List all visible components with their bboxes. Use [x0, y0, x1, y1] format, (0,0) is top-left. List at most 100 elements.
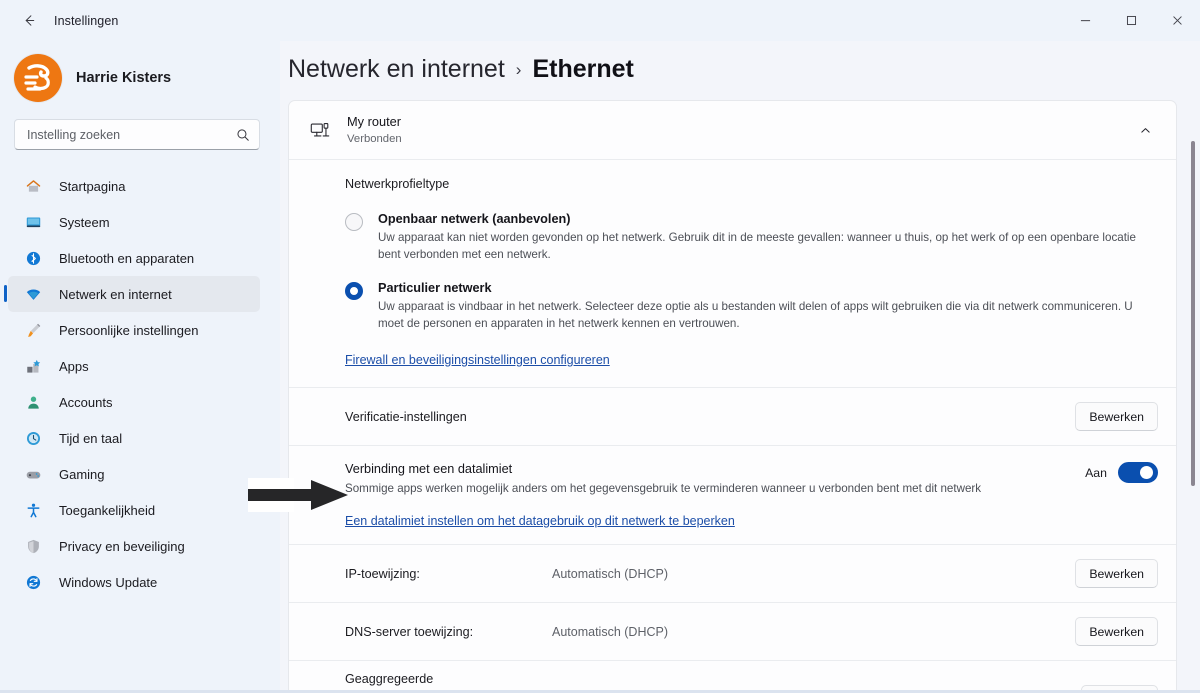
account-block[interactable]: Harrie Kisters: [0, 41, 280, 107]
minimize-button[interactable]: [1062, 0, 1108, 41]
radio-private-label: Particulier netwerk: [378, 281, 492, 295]
settings-window: Instellingen Harrie Kisters Instelling z…: [0, 0, 1200, 693]
radio-private-description: Uw apparaat is vindbaar in het netwerk. …: [378, 300, 1133, 330]
clock-icon: [22, 428, 44, 448]
maximize-button[interactable]: [1108, 0, 1154, 41]
radio-public-indicator[interactable]: [345, 213, 363, 231]
window-title: Instellingen: [54, 13, 119, 28]
radio-public-label: Openbaar netwerk (aanbevolen): [378, 212, 571, 226]
sidebar-item-persoonlijke-instellingen[interactable]: Persoonlijke instellingen: [8, 312, 260, 348]
sidebar-item-gaming[interactable]: Gaming: [8, 456, 260, 492]
sidebar-item-label: Toegankelijkheid: [59, 502, 156, 518]
sidebar-item-label: Privacy en beveiliging: [59, 538, 185, 554]
chevron-up-icon[interactable]: [1133, 118, 1158, 143]
accessibility-icon: [22, 500, 44, 520]
home-icon: [22, 176, 44, 196]
scrollbar-thumb[interactable]: [1191, 141, 1195, 486]
gamepad-icon: [22, 464, 44, 484]
account-name: Harrie Kisters: [76, 70, 172, 86]
person-icon: [22, 392, 44, 412]
monitor-icon: [22, 212, 44, 232]
detail-row-button[interactable]: Bewerken: [1075, 559, 1158, 588]
search-input[interactable]: [27, 127, 236, 142]
search-icon: [236, 128, 250, 142]
authentication-settings-label: Verificatie-instellingen: [345, 409, 467, 424]
sidebar-item-bluetooth-en-apparaten[interactable]: Bluetooth en apparaten: [8, 240, 260, 276]
sidebar-nav: Startpagina Systeem Bluetooth en apparaten…: [0, 168, 280, 600]
detail-row-label: DNS-server toewijzing:: [345, 624, 474, 639]
sidebar-item-privacy-en-beveiliging[interactable]: Privacy en beveiliging: [8, 528, 260, 564]
close-button[interactable]: [1154, 0, 1200, 41]
sidebar-item-label: Windows Update: [59, 574, 158, 590]
detail-row-action: Bewerken: [1075, 559, 1158, 588]
sidebar: Harrie Kisters Startpagina Systeem Bluetoo…: [0, 41, 280, 693]
title-bar: Instellingen: [0, 0, 1200, 41]
detail-rows: IP-toewijzing: Automatisch (DHCP) Bewerken…: [289, 545, 1176, 693]
sidebar-item-label: Persoonlijke instellingen: [59, 322, 199, 338]
network-status: Verbonden: [347, 132, 402, 145]
network-name: My router: [347, 113, 402, 129]
sidebar-item-startpagina[interactable]: Startpagina: [8, 168, 260, 204]
sidebar-item-netwerk-en-internet[interactable]: Netwerk en internet: [4, 276, 260, 312]
bluetooth-icon: [22, 248, 44, 268]
sidebar-item-toegankelijkheid[interactable]: Toegankelijkheid: [8, 492, 260, 528]
sidebar-item-label: Apps: [59, 358, 89, 374]
apps-icon: [22, 356, 44, 376]
sidebar-item-label: Netwerk en internet: [59, 286, 172, 302]
detail-row-label: IP-toewijzing:: [345, 566, 420, 581]
metered-toggle-group[interactable]: Aan: [1085, 462, 1158, 483]
data-limit-link[interactable]: Een datalimiet instellen om het datagebr…: [345, 514, 735, 528]
network-header-row[interactable]: My router Verbonden: [289, 101, 1176, 159]
window-body: Harrie Kisters Startpagina Systeem Bluetoo…: [0, 41, 1200, 693]
detail-row-action: Bewerken: [1075, 617, 1158, 646]
metered-connection-block: Verbinding met een datalimiet Sommige ap…: [289, 446, 1176, 544]
detail-row-value: Automatisch (DHCP): [552, 566, 668, 581]
sidebar-item-label: Bluetooth en apparaten: [59, 250, 195, 266]
update-icon: [22, 572, 44, 592]
radio-public-description: Uw apparaat kan niet worden gevonden op …: [378, 231, 1136, 261]
sidebar-item-label: Systeem: [59, 214, 110, 230]
wifi-icon: [22, 284, 44, 304]
sidebar-item-label: Startpagina: [59, 178, 126, 194]
radio-option-private[interactable]: Particulier netwerk Uw apparaat is vindb…: [345, 281, 1158, 332]
main-content: Netwerk en internet › Ethernet My router…: [280, 41, 1200, 693]
sidebar-item-label: Gaming: [59, 466, 105, 482]
metered-title: Verbinding met een datalimiet: [345, 462, 513, 476]
back-arrow-icon[interactable]: [12, 4, 46, 38]
breadcrumb-separator: ›: [515, 60, 522, 79]
network-header-text: My router Verbonden: [347, 114, 1133, 147]
sidebar-item-label: Accounts: [59, 394, 113, 410]
sidebar-item-label: Tijd en taal: [59, 430, 123, 446]
detail-row: IP-toewijzing: Automatisch (DHCP) Bewerken: [289, 545, 1176, 602]
detail-row: DNS-server toewijzing: Automatisch (DHCP)…: [289, 603, 1176, 660]
authentication-settings-row: Verificatie-instellingen Bewerken: [289, 388, 1176, 445]
firewall-settings-link[interactable]: Firewall en beveiligingsinstellingen con…: [345, 353, 610, 367]
breadcrumb: Netwerk en internet › Ethernet: [280, 41, 1200, 100]
sidebar-item-systeem[interactable]: Systeem: [8, 204, 260, 240]
search-box[interactable]: [14, 119, 260, 150]
profile-section-title: Netwerkprofieltype: [345, 177, 450, 191]
breadcrumb-current: Ethernet: [532, 55, 634, 83]
network-profile-section: Netwerkprofieltype Openbaar netwerk (aan…: [289, 160, 1176, 387]
detail-row-value: Automatisch (DHCP): [552, 624, 668, 639]
metered-toggle-switch[interactable]: [1118, 462, 1158, 483]
detail-row-button[interactable]: Bewerken: [1075, 617, 1158, 646]
metered-description: Sommige apps werken mogelijk anders om h…: [345, 482, 982, 495]
sidebar-item-windows-update[interactable]: Windows Update: [8, 564, 260, 600]
radio-option-public[interactable]: Openbaar netwerk (aanbevolen) Uw apparaa…: [345, 212, 1158, 263]
radio-private-indicator[interactable]: [345, 282, 363, 300]
authentication-edit-button[interactable]: Bewerken: [1075, 402, 1158, 431]
main-scrollbar[interactable]: [1191, 136, 1195, 693]
metered-toggle-state: Aan: [1085, 465, 1107, 480]
toggle-knob: [1140, 466, 1153, 479]
sidebar-item-tijd-en-taal[interactable]: Tijd en taal: [8, 420, 260, 456]
ethernet-card: My router Verbonden Netwerkprofieltype O…: [288, 100, 1177, 693]
shield-icon: [22, 536, 44, 556]
sidebar-item-accounts[interactable]: Accounts: [8, 384, 260, 420]
pc-network-icon: [305, 119, 335, 141]
detail-row: Geaggregeerde verbindingssnelheid (ontva…: [289, 661, 1176, 693]
avatar: [14, 54, 62, 102]
breadcrumb-parent[interactable]: Netwerk en internet: [288, 55, 505, 84]
paintbrush-icon: [22, 320, 44, 340]
sidebar-item-apps[interactable]: Apps: [8, 348, 260, 384]
